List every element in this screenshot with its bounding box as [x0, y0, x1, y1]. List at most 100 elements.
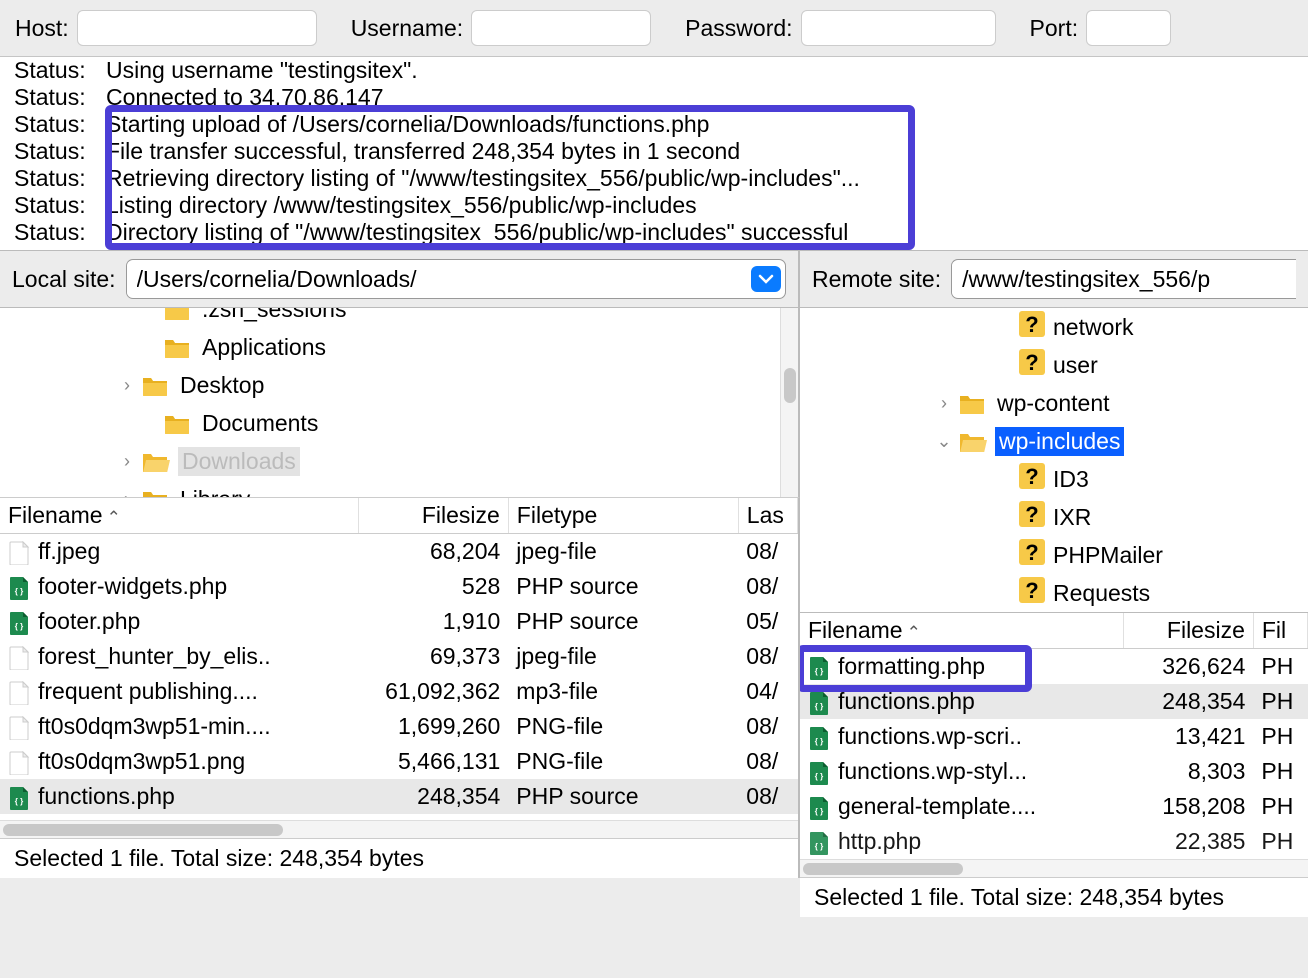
- php-file-icon: [8, 576, 30, 600]
- log-row: Status:Starting upload of /Users/corneli…: [0, 111, 1308, 138]
- file-type: jpeg-file: [508, 639, 738, 674]
- file-name: footer.php: [30, 604, 358, 639]
- local-tree-pane[interactable]: .zsn_sessionsApplications›DesktopDocumen…: [0, 308, 800, 498]
- php-file-icon: [808, 726, 830, 750]
- tree-item[interactable]: network: [800, 308, 1308, 346]
- file-row[interactable]: ff.jpeg68,204jpeg-file08/: [0, 534, 798, 570]
- file-row[interactable]: ft0s0dqm3wp51.png5,466,131PNG-file08/: [0, 744, 798, 779]
- col-filename[interactable]: Filename⌃: [0, 498, 358, 534]
- expand-icon[interactable]: ›: [118, 489, 136, 499]
- file-row[interactable]: footer-widgets.php528PHP source08/: [0, 569, 798, 604]
- local-site-input[interactable]: [127, 262, 751, 297]
- file-row[interactable]: footer.php1,910PHP source05/: [0, 604, 798, 639]
- port-input[interactable]: [1086, 10, 1171, 46]
- tree-item[interactable]: IXR: [800, 498, 1308, 536]
- file-icon: [8, 541, 30, 565]
- expand-icon[interactable]: ⌄: [935, 431, 953, 452]
- file-size: 158,208: [1123, 789, 1253, 824]
- log-label: Status:: [0, 192, 100, 219]
- tree-item[interactable]: Requests: [800, 574, 1308, 612]
- file-row[interactable]: functions.php248,354PH: [800, 684, 1308, 719]
- tree-item[interactable]: .zsn_sessions: [0, 308, 798, 328]
- file-type: PHP source: [508, 569, 738, 604]
- file-row[interactable]: http.php22,385PH: [800, 824, 1308, 859]
- file-size: 248,354: [1123, 684, 1253, 719]
- remote-site-input[interactable]: [952, 262, 1296, 297]
- log-label: Status:: [0, 138, 100, 165]
- tree-item[interactable]: PHPMailer: [800, 536, 1308, 574]
- col-filesize[interactable]: Filesize: [358, 498, 508, 534]
- file-icon: [8, 716, 30, 740]
- unknown-folder-icon: [1019, 311, 1045, 343]
- expand-icon[interactable]: ›: [118, 375, 136, 396]
- log-message: Directory listing of "/www/testingsitex_…: [100, 219, 1308, 246]
- tree-item[interactable]: ›Downloads: [0, 442, 798, 480]
- file-size: 1,699,260: [358, 709, 508, 744]
- log-area[interactable]: Status:Using username "testingsitex".Sta…: [0, 57, 1308, 251]
- tree-item[interactable]: Documents: [0, 404, 798, 442]
- file-name: ft0s0dqm3wp51-min....: [30, 709, 358, 744]
- file-row[interactable]: functions.wp-scri..13,421PH: [800, 719, 1308, 754]
- col-filename[interactable]: Filename⌃: [800, 613, 1123, 649]
- local-site-combo[interactable]: [126, 259, 786, 299]
- file-name: forest_hunter_by_elis..: [30, 639, 358, 674]
- remote-site-combo[interactable]: [951, 259, 1296, 299]
- col-lastmod[interactable]: Las: [738, 498, 797, 534]
- col-filetype[interactable]: Fil: [1253, 613, 1307, 649]
- log-label: Status:: [0, 84, 100, 111]
- unknown-folder-icon: [1019, 501, 1045, 533]
- port-label: Port:: [1030, 15, 1079, 42]
- remote-tree-pane[interactable]: network user ›wp-content⌄wp-includes ID3 IXR…: [800, 308, 1308, 613]
- file-row[interactable]: ft0s0dqm3wp51-min....1,699,260PNG-file08…: [0, 709, 798, 744]
- folder-icon: [164, 308, 194, 321]
- file-last: 08/: [738, 779, 797, 814]
- scrollbar-vertical[interactable]: [780, 308, 798, 498]
- file-row[interactable]: formatting.php326,624PH: [800, 649, 1308, 685]
- file-name: functions.wp-styl...: [830, 754, 1123, 789]
- php-file-icon: [808, 796, 830, 820]
- log-message: Using username "testingsitex".: [100, 57, 1308, 84]
- file-row[interactable]: forest_hunter_by_elis..69,373jpeg-file08…: [0, 639, 798, 674]
- local-site-dropdown-icon[interactable]: [751, 266, 781, 292]
- file-type: PHP source: [508, 604, 738, 639]
- scrollbar-horizontal[interactable]: [0, 820, 798, 838]
- file-row[interactable]: frequent publishing....61,092,362mp3-fil…: [0, 674, 798, 709]
- host-input[interactable]: [77, 10, 317, 46]
- remote-filelist[interactable]: Filename⌃ Filesize Fil formatting.php326…: [800, 613, 1308, 859]
- tree-item[interactable]: Applications: [0, 328, 798, 366]
- tree-item[interactable]: user: [800, 346, 1308, 384]
- log-row: Status:Listing directory /www/testingsit…: [0, 192, 1308, 219]
- password-input[interactable]: [801, 10, 996, 46]
- log-label: Status:: [0, 57, 100, 84]
- file-row[interactable]: functions.php248,354PHP source08/: [0, 779, 798, 814]
- username-input[interactable]: [471, 10, 651, 46]
- file-name: http.php: [830, 824, 1123, 859]
- file-last: 08/: [738, 639, 797, 674]
- file-row[interactable]: general-template....158,208PH: [800, 789, 1308, 824]
- tree-item[interactable]: ›Desktop: [0, 366, 798, 404]
- col-filetype[interactable]: Filetype: [508, 498, 738, 534]
- local-filelist[interactable]: Filename⌃ Filesize Filetype Las ff.jpeg6…: [0, 498, 798, 820]
- tree-item[interactable]: ›Library: [0, 480, 798, 498]
- file-row[interactable]: functions.wp-styl...8,303PH: [800, 754, 1308, 789]
- folder-icon: [164, 411, 194, 435]
- file-name: functions.php: [30, 779, 358, 814]
- tree-item[interactable]: ›wp-content: [800, 384, 1308, 422]
- file-name: formatting.php: [830, 649, 1123, 685]
- file-name: functions.wp-scri..: [830, 719, 1123, 754]
- tree-item[interactable]: ⌄wp-includes: [800, 422, 1308, 460]
- file-icon: [8, 751, 30, 775]
- file-type: PNG-file: [508, 744, 738, 779]
- tree-item[interactable]: ID3: [800, 460, 1308, 498]
- tree-item-label: ID3: [1051, 465, 1091, 494]
- expand-icon[interactable]: ›: [935, 393, 953, 414]
- tree-item-label: user: [1051, 351, 1100, 380]
- col-filesize[interactable]: Filesize: [1123, 613, 1253, 649]
- log-row: Status:Directory listing of "/www/testin…: [0, 219, 1308, 246]
- scrollbar-horizontal[interactable]: [800, 859, 1308, 877]
- expand-icon[interactable]: ›: [118, 451, 136, 472]
- log-row: Status:Using username "testingsitex".: [0, 57, 1308, 84]
- file-type: mp3-file: [508, 674, 738, 709]
- file-last: 08/: [738, 709, 797, 744]
- sort-asc-icon: ⌃: [907, 623, 921, 642]
